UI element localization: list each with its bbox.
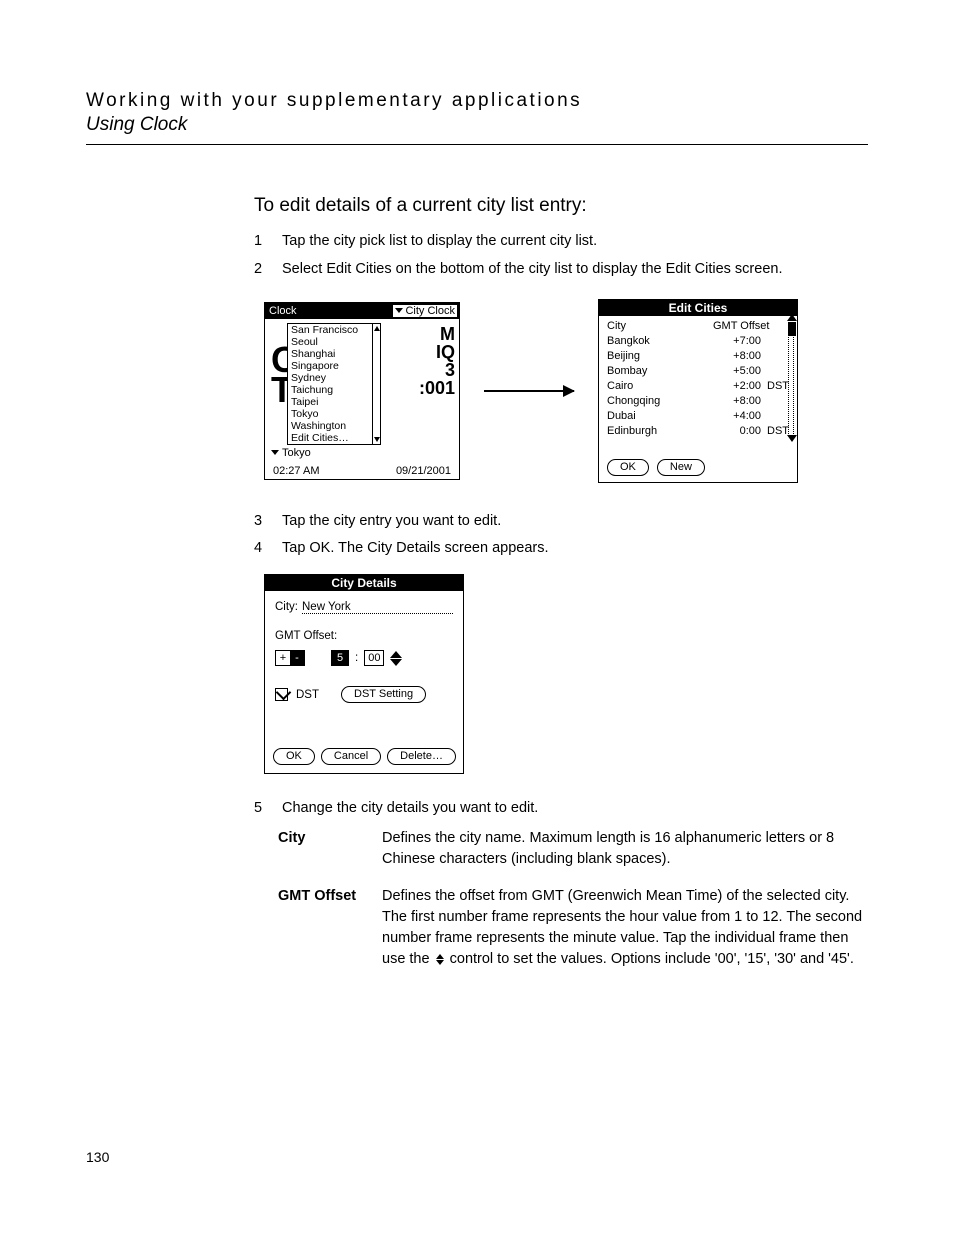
city-label: City: xyxy=(275,601,298,613)
city-cell: Beijing xyxy=(607,349,721,364)
list-item[interactable]: Shanghai xyxy=(288,348,380,360)
city-field[interactable]: New York xyxy=(302,601,453,614)
city-cell: Edinburgh xyxy=(607,424,721,439)
dropdown-icon xyxy=(271,450,279,455)
step: 2Select Edit Cities on the bottom of the… xyxy=(254,259,868,281)
dst-setting-button[interactable]: DST Setting xyxy=(341,686,426,703)
step-text: Tap the city pick list to display the cu… xyxy=(282,231,868,253)
step-number: 5 xyxy=(254,798,282,820)
offset-cell: +2:00 xyxy=(721,379,761,394)
def-gmt-term: GMT Offset xyxy=(278,886,382,970)
edit-cities-screenshot: Edit Cities City GMT Offset Bangkok+7:00… xyxy=(598,299,798,483)
city-cell: Bombay xyxy=(607,364,721,379)
table-row[interactable]: Edinburgh0:00DST xyxy=(607,424,789,439)
step-text: Change the city details you want to edit… xyxy=(282,798,868,820)
table-row[interactable]: Chongqing+8:00 xyxy=(607,394,789,409)
dst-cell xyxy=(761,334,789,349)
table-row[interactable]: Dubai+4:00 xyxy=(607,409,789,424)
list-item[interactable]: Seoul xyxy=(288,336,380,348)
def-gmt-desc: Defines the offset from GMT (Greenwich M… xyxy=(382,886,868,970)
ok-button[interactable]: OK xyxy=(273,748,315,765)
list-item[interactable]: Edit Cities… xyxy=(288,432,380,444)
dst-cell: DST xyxy=(761,424,789,439)
right-icons: MIQ3:001 xyxy=(419,325,455,397)
section-title: Using Clock xyxy=(86,114,868,136)
figure-row: Clock City Clock C T San FranciscoSeoulS… xyxy=(264,299,868,483)
clock-date: 09/21/2001 xyxy=(396,465,451,477)
dst-cell xyxy=(761,394,789,409)
page-number: 130 xyxy=(86,1149,109,1165)
city-pick-list[interactable]: San FranciscoSeoulShanghaiSingaporeSydne… xyxy=(287,323,381,445)
list-item[interactable]: Taichung xyxy=(288,384,380,396)
dst-cell: DST xyxy=(761,379,789,394)
table-row[interactable]: Beijing+8:00 xyxy=(607,349,789,364)
spinner-control[interactable] xyxy=(390,651,402,666)
offset-cell: +4:00 xyxy=(721,409,761,424)
def-city-term: City xyxy=(278,828,382,870)
clock-screenshot: Clock City Clock C T San FranciscoSeoulS… xyxy=(264,302,460,480)
minute-field[interactable]: 00 xyxy=(364,650,384,666)
def-city-desc: Defines the city name. Maximum length is… xyxy=(382,828,868,870)
step: 4Tap OK. The City Details screen appears… xyxy=(254,538,868,560)
list-item[interactable]: Tokyo xyxy=(288,408,380,420)
dropdown-icon xyxy=(395,308,403,313)
list-item[interactable]: Washington xyxy=(288,420,380,432)
cancel-button[interactable]: Cancel xyxy=(321,748,381,765)
city-cell: Cairo xyxy=(607,379,721,394)
offset-cell: 0:00 xyxy=(721,424,761,439)
step-number: 1 xyxy=(254,231,282,253)
ok-button[interactable]: OK xyxy=(607,459,649,476)
chapter-title: Working with your supplementary applicat… xyxy=(86,90,868,112)
clock-time: 02:27 AM xyxy=(273,465,319,477)
dst-label: DST xyxy=(296,689,319,701)
city-details-screenshot: City Details City: New York GMT Offset: … xyxy=(264,574,464,774)
list-item[interactable]: Taipei xyxy=(288,396,380,408)
list-item[interactable]: Sydney xyxy=(288,372,380,384)
offset-cell: +5:00 xyxy=(721,364,761,379)
dst-checkbox[interactable] xyxy=(275,688,288,701)
sign-toggle[interactable]: + - xyxy=(275,650,305,666)
dst-cell xyxy=(761,349,789,364)
delete-button[interactable]: Delete… xyxy=(387,748,456,765)
city-clock-menu[interactable]: City Clock xyxy=(393,305,457,317)
table-row[interactable]: Bangkok+7:00 xyxy=(607,334,789,349)
dst-cell xyxy=(761,409,789,424)
offset-cell: +7:00 xyxy=(721,334,761,349)
hour-field[interactable]: 5 xyxy=(331,650,349,666)
task-heading: To edit details of a current city list e… xyxy=(254,195,868,217)
step-number: 4 xyxy=(254,538,282,560)
col-gmt-offset: GMT Offset xyxy=(713,320,789,332)
offset-cell: +8:00 xyxy=(721,349,761,364)
new-button[interactable]: New xyxy=(657,459,705,476)
city-cell: Bangkok xyxy=(607,334,721,349)
step-number: 2 xyxy=(254,259,282,281)
scrollbar[interactable] xyxy=(788,322,794,434)
table-row[interactable]: Cairo+2:00DST xyxy=(607,379,789,394)
step-text: Tap OK. The City Details screen appears. xyxy=(282,538,868,560)
list-item[interactable]: San Francisco xyxy=(288,324,380,336)
city-cell: Dubai xyxy=(607,409,721,424)
col-city: City xyxy=(607,320,713,332)
clock-title: Clock xyxy=(269,305,297,317)
scrollbar[interactable] xyxy=(372,324,380,444)
city-cell: Chongqing xyxy=(607,394,721,409)
spinner-icon xyxy=(436,954,444,965)
city-details-title: City Details xyxy=(265,575,463,591)
dst-cell xyxy=(761,364,789,379)
table-row[interactable]: Bombay+5:00 xyxy=(607,364,789,379)
gmt-offset-label: GMT Offset: xyxy=(275,630,453,642)
step: 3Tap the city entry you want to edit. xyxy=(254,511,868,533)
offset-cell: +8:00 xyxy=(721,394,761,409)
step-number: 3 xyxy=(254,511,282,533)
current-city-dropdown[interactable]: Tokyo xyxy=(271,447,311,459)
list-item[interactable]: Singapore xyxy=(288,360,380,372)
header-rule xyxy=(86,144,868,145)
step-text: Tap the city entry you want to edit. xyxy=(282,511,868,533)
step-text: Select Edit Cities on the bottom of the … xyxy=(282,259,868,281)
step: 5Change the city details you want to edi… xyxy=(254,798,868,820)
arrow-icon xyxy=(484,390,574,392)
step: 1Tap the city pick list to display the c… xyxy=(254,231,868,253)
edit-cities-title: Edit Cities xyxy=(599,300,797,316)
